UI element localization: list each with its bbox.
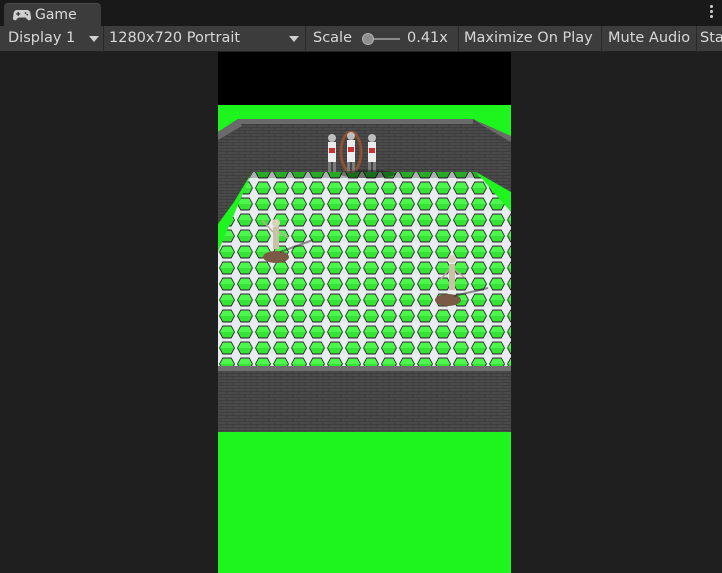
tab-strip: Game bbox=[0, 0, 722, 26]
front-wall bbox=[218, 368, 511, 432]
divider bbox=[696, 26, 697, 51]
maximize-on-play-label: Maximize On Play bbox=[464, 30, 593, 46]
divider bbox=[305, 26, 306, 51]
stats-toggle[interactable]: Sta bbox=[698, 26, 722, 51]
tab-game[interactable]: Game bbox=[4, 3, 101, 26]
wall-top bbox=[232, 119, 480, 124]
front-wall-cap bbox=[218, 366, 511, 371]
game-view[interactable] bbox=[0, 52, 722, 573]
scale-slider-thumb[interactable] bbox=[362, 33, 374, 45]
stats-label: Sta bbox=[700, 30, 722, 46]
hex-floor bbox=[218, 172, 511, 368]
back-wall bbox=[232, 124, 480, 172]
mute-audio-toggle[interactable]: Mute Audio bbox=[604, 26, 696, 51]
chevron-down-icon bbox=[89, 36, 99, 42]
chevron-down-icon bbox=[289, 36, 299, 42]
game-toolbar: Display 1 1280x720 Portrait Scale 0.41x … bbox=[0, 26, 722, 52]
game-render[interactable] bbox=[218, 52, 511, 573]
scale-value: 0.41x bbox=[407, 30, 448, 46]
more-options-icon[interactable] bbox=[708, 5, 714, 21]
sky bbox=[218, 52, 511, 105]
divider bbox=[458, 26, 459, 51]
maximize-on-play-toggle[interactable]: Maximize On Play bbox=[460, 26, 600, 51]
resolution-dropdown-label: 1280x720 Portrait bbox=[109, 30, 241, 46]
resolution-dropdown[interactable]: 1280x720 Portrait bbox=[105, 26, 305, 51]
mute-audio-label: Mute Audio bbox=[608, 30, 691, 46]
divider bbox=[103, 26, 104, 51]
gamepad-icon bbox=[13, 10, 31, 21]
scale-label: Scale bbox=[313, 30, 353, 46]
divider bbox=[601, 26, 602, 51]
display-dropdown-label: Display 1 bbox=[8, 30, 76, 46]
display-dropdown[interactable]: Display 1 bbox=[4, 26, 102, 51]
tab-game-label: Game bbox=[35, 7, 77, 23]
